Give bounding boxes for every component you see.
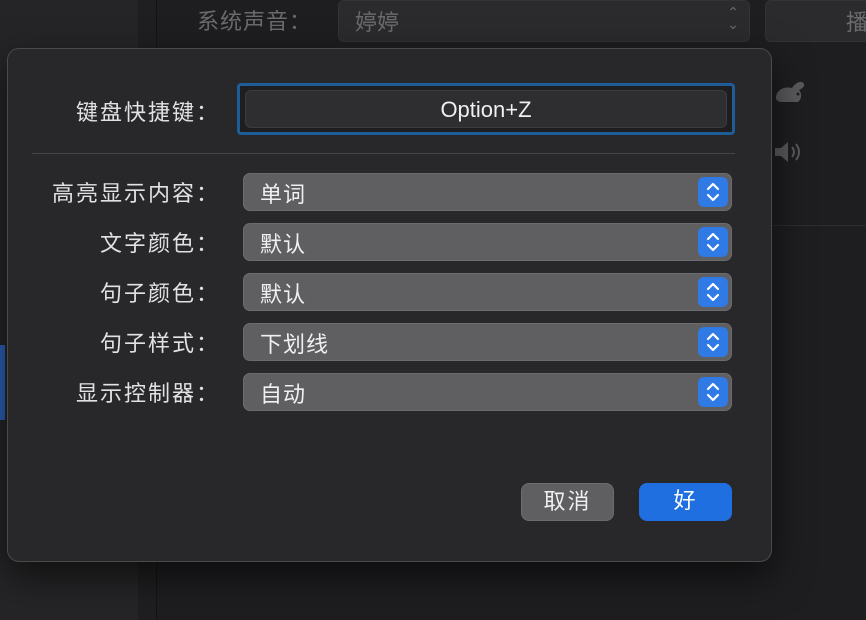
sentence-style-value: 下划线	[260, 333, 330, 358]
play-button[interactable]: 播	[765, 0, 866, 42]
sentence-style-label: 句子样式：	[99, 332, 220, 357]
ok-button[interactable]: 好	[639, 483, 732, 521]
sidebar-selection-indicator	[0, 345, 5, 420]
rabbit-icon	[776, 81, 805, 102]
system-sound-select[interactable]: 婷婷 ⌃ ⌄	[338, 0, 750, 42]
sentence-color-select[interactable]: 默认	[243, 273, 732, 311]
chevron-up-down-icon	[698, 227, 728, 257]
highlight-content-select[interactable]: 单词	[243, 173, 732, 211]
sentence-style-select[interactable]: 下划线	[243, 323, 732, 361]
sentence-color-label: 句子颜色：	[99, 282, 220, 307]
highlight-content-label: 高亮显示内容：	[51, 182, 220, 207]
text-color-value: 默认	[260, 233, 307, 258]
shortcut-label: 键盘快捷键：	[75, 101, 220, 126]
chevron-up-down-icon	[698, 277, 728, 307]
shortcut-focus-ring: Option+Z	[237, 83, 735, 135]
background-divider	[772, 225, 866, 226]
system-sound-label: 系统声音：	[197, 10, 313, 35]
chevron-up-down-icon: ⌃ ⌄	[727, 5, 739, 33]
show-controller-value: 自动	[260, 383, 307, 408]
show-controller-select[interactable]: 自动	[243, 373, 732, 411]
cancel-button[interactable]: 取消	[521, 483, 614, 521]
sentence-color-value: 默认	[260, 283, 307, 308]
text-color-select[interactable]: 默认	[243, 223, 732, 261]
play-button-label: 播	[846, 11, 866, 36]
speaker-icon	[775, 142, 800, 162]
section-divider	[32, 153, 735, 154]
chevron-up-down-icon	[698, 377, 728, 407]
settings-sheet: 键盘快捷键： Option+Z 高亮显示内容： 单词 文字颜色： 默认 句子颜色…	[7, 48, 772, 562]
text-color-label: 文字颜色：	[99, 232, 220, 257]
chevron-up-down-icon	[698, 177, 728, 207]
chevron-up-down-icon	[698, 327, 728, 357]
highlight-content-value: 单词	[260, 183, 307, 208]
shortcut-field[interactable]: Option+Z	[245, 90, 727, 128]
show-controller-label: 显示控制器：	[75, 382, 220, 407]
system-sound-value: 婷婷	[355, 11, 400, 36]
